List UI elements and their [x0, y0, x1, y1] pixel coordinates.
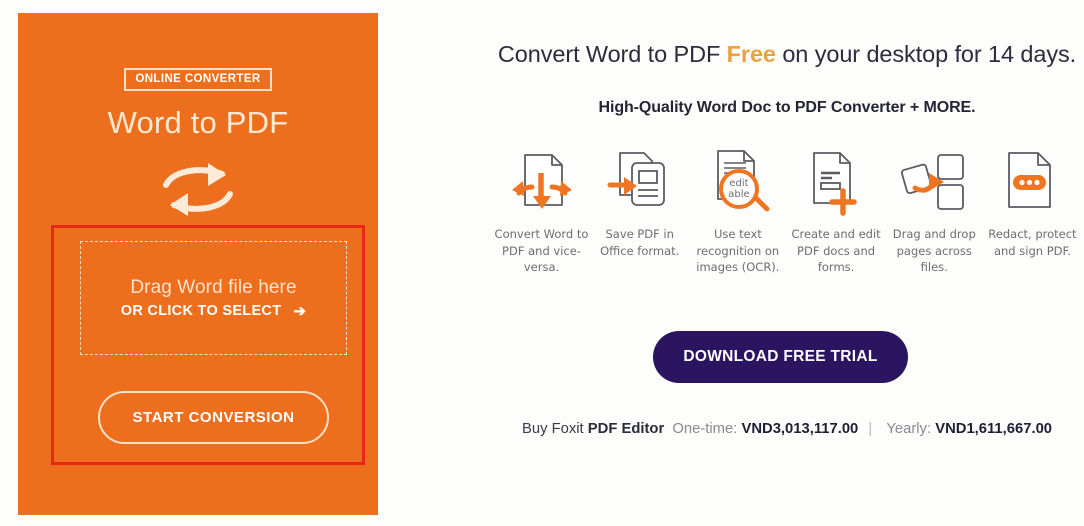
product-name-link[interactable]: PDF Editor	[588, 421, 664, 437]
headline-part-after: on your desktop for 14 days.	[775, 41, 1077, 67]
feature-item: Save PDF in Office format.	[592, 144, 687, 276]
download-free-trial-button[interactable]: DOWNLOAD FREE TRIAL	[653, 331, 908, 383]
feature-item: Convert Word to PDF and vice-versa.	[494, 144, 589, 276]
feature-list: Convert Word to PDF and vice-versa. Save…	[494, 144, 1080, 276]
feature-label: Convert Word to PDF and vice-versa.	[494, 227, 589, 274]
feature-label: Create and edit PDF docs and forms.	[791, 227, 881, 274]
buy-label: Buy Foxit	[521, 421, 584, 437]
svg-text:edit: edit	[729, 178, 748, 189]
converter-title: Word to PDF	[107, 105, 289, 140]
ocr-magnifier-icon: edit able	[704, 144, 772, 220]
dropzone-select-label: OR CLICK TO SELECT	[120, 303, 282, 319]
feature-item: edit able Use text recognition on images…	[690, 144, 785, 276]
feature-item: Redact, protect and sign PDF.	[985, 144, 1080, 276]
svg-text:able: able	[728, 189, 749, 200]
yearly-label: Yearly:	[886, 421, 932, 437]
feature-item: Drag and drop pages across files.	[887, 144, 982, 276]
promo-headline: Convert Word to PDF Free on your desktop…	[490, 41, 1084, 68]
yearly-price: VND1,611,667.00	[935, 421, 1053, 437]
right-arrow-icon: ➔	[293, 302, 307, 320]
drag-drop-pages-icon	[900, 144, 968, 220]
feature-item: Create and edit PDF docs and forms.	[789, 144, 884, 276]
online-converter-badge: ONLINE CONVERTER	[124, 68, 272, 91]
page-root: ONLINE CONVERTER Word to PDF Drag Word f…	[0, 0, 1084, 526]
feature-label: Drag and drop pages across files.	[892, 227, 976, 274]
create-edit-doc-icon	[802, 144, 870, 220]
swap-arrows-icon	[18, 161, 378, 222]
pricing-row: Buy Foxit PDF Editor One-time: VND3,013,…	[490, 421, 1084, 437]
headline-part-before: Convert Word to PDF	[497, 41, 727, 67]
dropzone-primary-text: Drag Word file here	[130, 277, 297, 298]
online-converter-panel: ONLINE CONVERTER Word to PDF Drag Word f…	[18, 13, 378, 515]
promo-subheadline: High-Quality Word Doc to PDF Converter +…	[598, 99, 976, 116]
save-office-format-icon	[606, 144, 674, 220]
badge-container: ONLINE CONVERTER	[18, 68, 378, 91]
onetime-label: One-time:	[672, 421, 738, 437]
dropzone-select-row: OR CLICK TO SELECT ➔	[121, 303, 306, 319]
onetime-price: VND3,013,117.00	[741, 421, 859, 437]
price-separator: |	[868, 421, 873, 437]
headline-free-highlight: Free	[726, 41, 776, 67]
file-dropzone[interactable]: Drag Word file here OR CLICK TO SELECT ➔	[80, 241, 347, 355]
feature-label: Redact, protect and sign PDF.	[988, 227, 1077, 258]
feature-label: Use text recognition on images (OCR).	[696, 227, 780, 274]
feature-label: Save PDF in Office format.	[600, 227, 680, 258]
convert-doc-icon	[508, 144, 576, 220]
redact-protect-icon	[998, 144, 1066, 220]
start-conversion-button[interactable]: START CONVERSION	[98, 391, 329, 444]
promo-section: Convert Word to PDF Free on your desktop…	[490, 0, 1084, 526]
